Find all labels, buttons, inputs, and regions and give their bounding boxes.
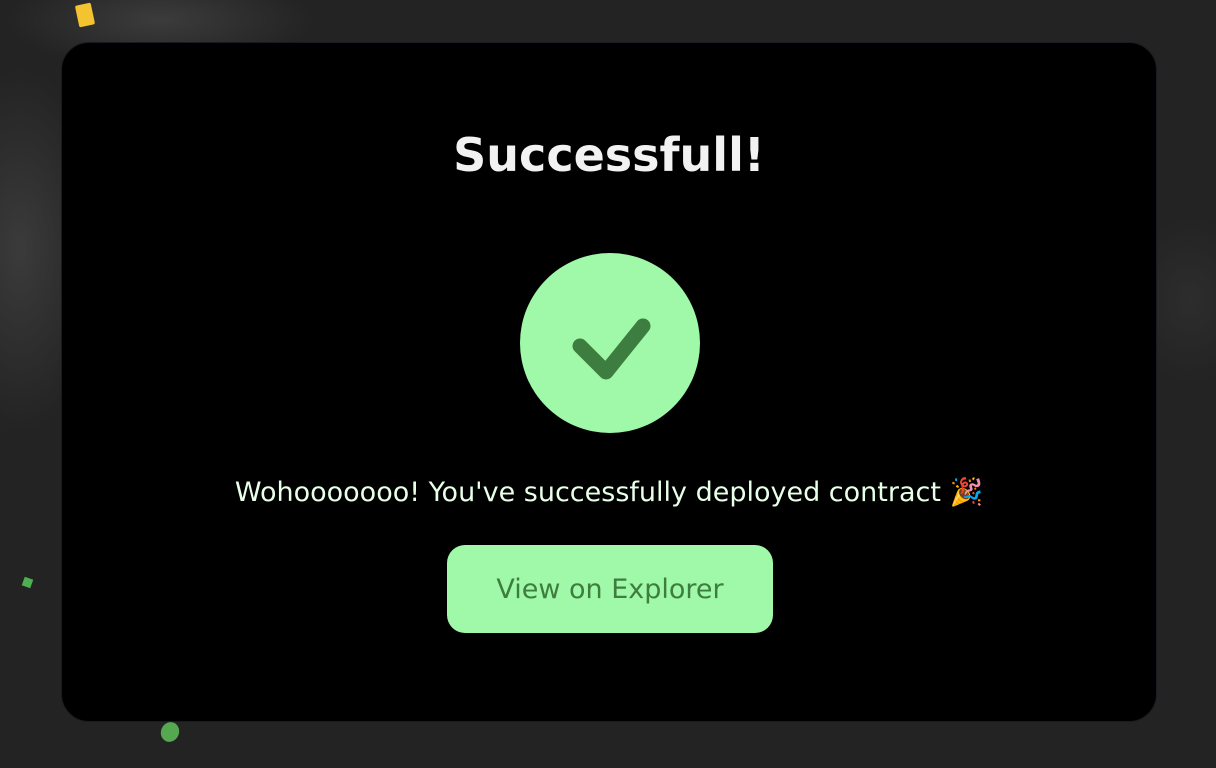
- page-backdrop: Successfull! Wohooooooo! You've successf…: [0, 0, 1216, 768]
- confetti-piece: [74, 2, 96, 28]
- view-on-explorer-button[interactable]: View on Explorer: [447, 545, 773, 633]
- success-message: Wohooooooo! You've successfully deployed…: [234, 477, 984, 508]
- confetti-piece: [157, 719, 183, 745]
- checkmark-icon: [572, 318, 651, 380]
- modal-title: Successfull!: [453, 128, 765, 182]
- confetti-piece: [21, 576, 34, 589]
- success-badge: [520, 253, 700, 433]
- success-modal: Successfull! Wohooooooo! You've successf…: [61, 42, 1157, 722]
